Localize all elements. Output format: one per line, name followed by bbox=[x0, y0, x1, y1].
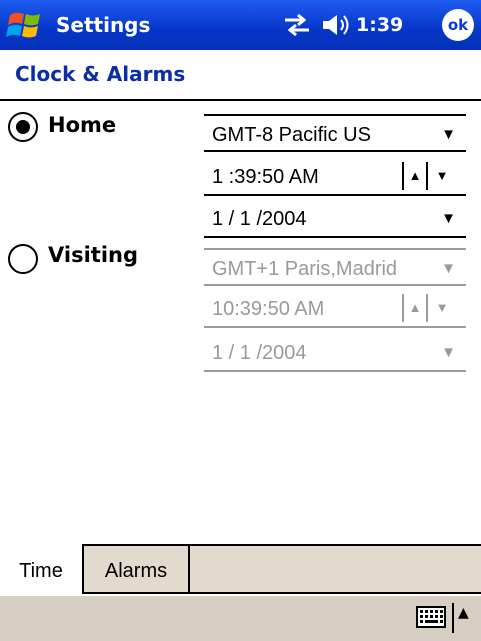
dropdown-arrow-icon[interactable]: ▼ bbox=[441, 250, 456, 288]
menu-bar bbox=[0, 594, 481, 641]
dropdown-arrow-icon[interactable]: ▼ bbox=[441, 200, 456, 238]
home-radio-dot bbox=[16, 120, 30, 134]
active-tab-join bbox=[0, 544, 82, 546]
dropdown-arrow-icon[interactable]: ▼ bbox=[441, 334, 456, 372]
spin-up-icon[interactable]: ▲ bbox=[404, 162, 428, 190]
home-radio[interactable] bbox=[8, 112, 38, 142]
home-timezone-select[interactable]: GMT-8 Pacific US ▼ bbox=[204, 114, 466, 152]
visiting-time-spinner[interactable]: ▲ ▼ bbox=[402, 294, 456, 322]
clock[interactable]: 1:39 bbox=[356, 0, 403, 50]
spin-up-icon[interactable]: ▲ bbox=[404, 294, 428, 322]
tab-strip-background bbox=[190, 546, 481, 592]
visiting-date-value: 1 / 1 /2004 bbox=[212, 342, 307, 364]
spin-down-icon[interactable]: ▼ bbox=[430, 162, 454, 190]
page-title: Clock & Alarms bbox=[15, 62, 186, 86]
home-date-select[interactable]: 1 / 1 /2004 ▼ bbox=[204, 200, 466, 238]
input-panel-arrow-icon[interactable]: ▲ bbox=[458, 605, 469, 621]
tab-alarms[interactable]: Alarms bbox=[84, 546, 190, 592]
speaker-volume-icon[interactable] bbox=[320, 12, 350, 38]
title-bar: Settings 1:39 ok bbox=[0, 0, 481, 50]
home-date-value: 1 / 1 /2004 bbox=[212, 208, 307, 230]
ok-button[interactable]: ok bbox=[442, 9, 474, 41]
dropdown-arrow-icon[interactable]: ▼ bbox=[441, 116, 456, 154]
spin-down-icon[interactable]: ▼ bbox=[430, 294, 454, 322]
visiting-label[interactable]: Visiting bbox=[48, 243, 138, 267]
visiting-time-value: 10:39:50 AM bbox=[212, 298, 325, 320]
tab-time[interactable]: Time bbox=[0, 544, 84, 594]
title-divider bbox=[0, 99, 481, 101]
windows-flag-icon[interactable] bbox=[6, 7, 46, 43]
home-time-spinner[interactable]: ▲ ▼ bbox=[402, 162, 456, 190]
home-time-field[interactable]: 1 :39:50 AM ▲ ▼ bbox=[204, 158, 466, 196]
visiting-date-select[interactable]: 1 / 1 /2004 ▼ bbox=[204, 334, 466, 372]
home-label[interactable]: Home bbox=[48, 113, 116, 137]
visiting-timezone-select[interactable]: GMT+1 Paris,Madrid ▼ bbox=[204, 248, 466, 286]
home-timezone-value: GMT-8 Pacific US bbox=[212, 124, 371, 146]
home-time-value: 1 :39:50 AM bbox=[212, 166, 319, 188]
visiting-timezone-value: GMT+1 Paris,Madrid bbox=[212, 258, 398, 280]
input-panel-separator bbox=[452, 603, 454, 633]
keyboard-icon[interactable] bbox=[416, 606, 446, 628]
visiting-time-field[interactable]: 10:39:50 AM ▲ ▼ bbox=[204, 290, 466, 328]
app-title: Settings bbox=[56, 13, 151, 37]
visiting-radio[interactable] bbox=[8, 244, 38, 274]
connectivity-arrows-icon[interactable] bbox=[282, 12, 312, 38]
